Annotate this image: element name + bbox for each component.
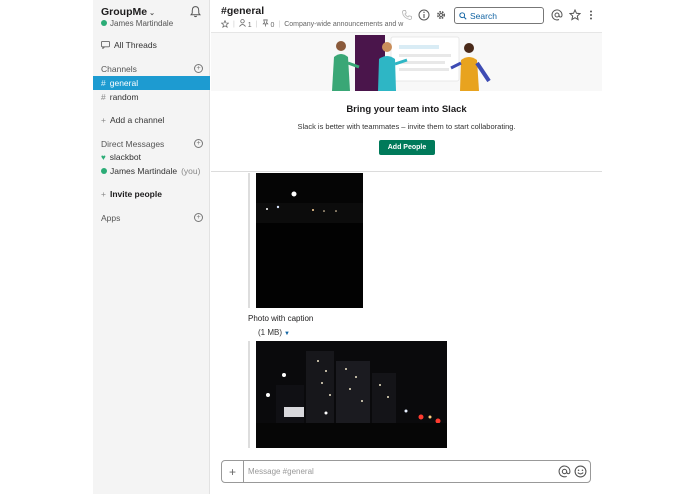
add-channel-icon[interactable]: + <box>194 64 203 73</box>
channel-title[interactable]: #general <box>221 5 264 17</box>
sidebar-item-all-threads[interactable]: All Threads <box>93 38 210 52</box>
plus-icon: + <box>101 189 106 199</box>
attachment-bar <box>248 173 250 308</box>
search-icon <box>459 11 467 20</box>
members-count[interactable]: 1 <box>238 19 252 29</box>
invite-banner: Bring your team into Slack Slack is bett… <box>211 33 602 172</box>
person-icon <box>238 19 246 27</box>
workspace-switcher[interactable]: GroupMe ⌄ <box>101 6 155 18</box>
sidebar-item-random[interactable]: # random <box>93 90 210 104</box>
file-size-label: (1 MB) <box>258 328 282 337</box>
more-icon[interactable] <box>585 9 597 21</box>
message-input[interactable]: Message #general <box>248 467 314 476</box>
sidebar-item-slackbot[interactable]: ♥ slackbot <box>93 150 210 164</box>
add-channel-link[interactable]: + Add a channel <box>93 113 210 127</box>
message-composer[interactable]: + Message #general <box>221 460 591 483</box>
sidebar-item-general[interactable]: # general <box>93 76 210 90</box>
pin-icon <box>261 19 269 27</box>
star-icon[interactable] <box>569 9 581 21</box>
chevron-down-icon: ⌄ <box>149 10 155 17</box>
divider: | <box>233 20 235 28</box>
file-size[interactable]: (1 MB) ▼ <box>258 328 290 337</box>
sidebar-item-label: Invite people <box>109 189 162 199</box>
sidebar-item-label: James Martindale <box>110 166 178 176</box>
workspace-name: GroupMe <box>101 6 148 18</box>
plus-icon: + <box>101 115 106 125</box>
slack-window: GroupMe ⌄ James Martindale All Threads Ch… <box>0 0 695 494</box>
pins-count-value: 0 <box>270 22 275 29</box>
presence-dot <box>101 20 107 26</box>
channel-topic[interactable]: Company-wide announcements and w <box>284 21 403 28</box>
channel-header: #general | 1 | 0 | Company-wide announce… <box>211 0 602 33</box>
night-building-photo[interactable] <box>256 341 447 448</box>
add-app-icon[interactable]: + <box>194 213 203 222</box>
current-user[interactable]: James Martindale <box>101 19 173 28</box>
phone-icon[interactable] <box>401 9 413 21</box>
team-illustration <box>211 33 602 91</box>
star-icon[interactable] <box>221 20 229 28</box>
presence-dot <box>101 168 107 174</box>
sidebar-item-label: Add a channel <box>109 115 165 125</box>
channel-meta: | 1 | 0 | Company-wide announcements and… <box>221 19 403 29</box>
banner-subtitle: Slack is better with teammates – invite … <box>297 122 516 131</box>
gear-icon[interactable] <box>435 9 447 21</box>
sidebar-item-self-dm[interactable]: James Martindale (you) <box>93 164 210 178</box>
night-street-photo[interactable] <box>256 173 363 308</box>
search-input[interactable]: Search <box>454 7 544 24</box>
you-suffix: (you) <box>181 166 201 176</box>
emoji-icon[interactable] <box>574 465 587 478</box>
hash-icon: # <box>101 78 106 88</box>
at-icon[interactable] <box>551 9 563 21</box>
banner-title: Bring your team into Slack <box>346 104 467 115</box>
message-list[interactable]: Photo with caption (1 MB) ▼ <box>211 173 602 455</box>
add-dm-icon[interactable]: + <box>194 139 203 148</box>
sidebar-item-label: slackbot <box>109 152 141 162</box>
hash-icon: # <box>101 92 106 102</box>
direct-messages-header[interactable]: Direct Messages <box>101 139 164 149</box>
chevron-down-icon: ▼ <box>284 331 290 337</box>
bell-icon[interactable] <box>189 5 202 18</box>
attach-button[interactable]: + <box>222 461 244 482</box>
divider: | <box>255 20 258 28</box>
message-caption: Photo with caption <box>248 314 314 323</box>
threads-icon <box>101 41 110 49</box>
heart-icon: ♥ <box>101 152 106 162</box>
pins-count[interactable]: 0 <box>261 19 275 29</box>
sidebar-item-label: general <box>109 78 139 88</box>
user-name: James Martindale <box>110 19 174 28</box>
apps-header[interactable]: Apps <box>101 213 120 223</box>
members-count-value: 1 <box>247 22 252 29</box>
divider: | <box>278 20 281 28</box>
sidebar: GroupMe ⌄ James Martindale All Threads Ch… <box>93 0 210 494</box>
sidebar-item-label: random <box>109 92 139 102</box>
info-icon[interactable] <box>418 9 430 21</box>
invite-people-link[interactable]: + Invite people <box>93 187 210 201</box>
add-people-button[interactable]: Add People <box>379 140 435 155</box>
attachment-bar <box>248 341 250 448</box>
at-icon[interactable] <box>558 465 571 478</box>
search-label: Search <box>470 10 497 21</box>
sidebar-item-label: All Threads <box>114 40 157 50</box>
channels-header[interactable]: Channels <box>101 64 137 74</box>
